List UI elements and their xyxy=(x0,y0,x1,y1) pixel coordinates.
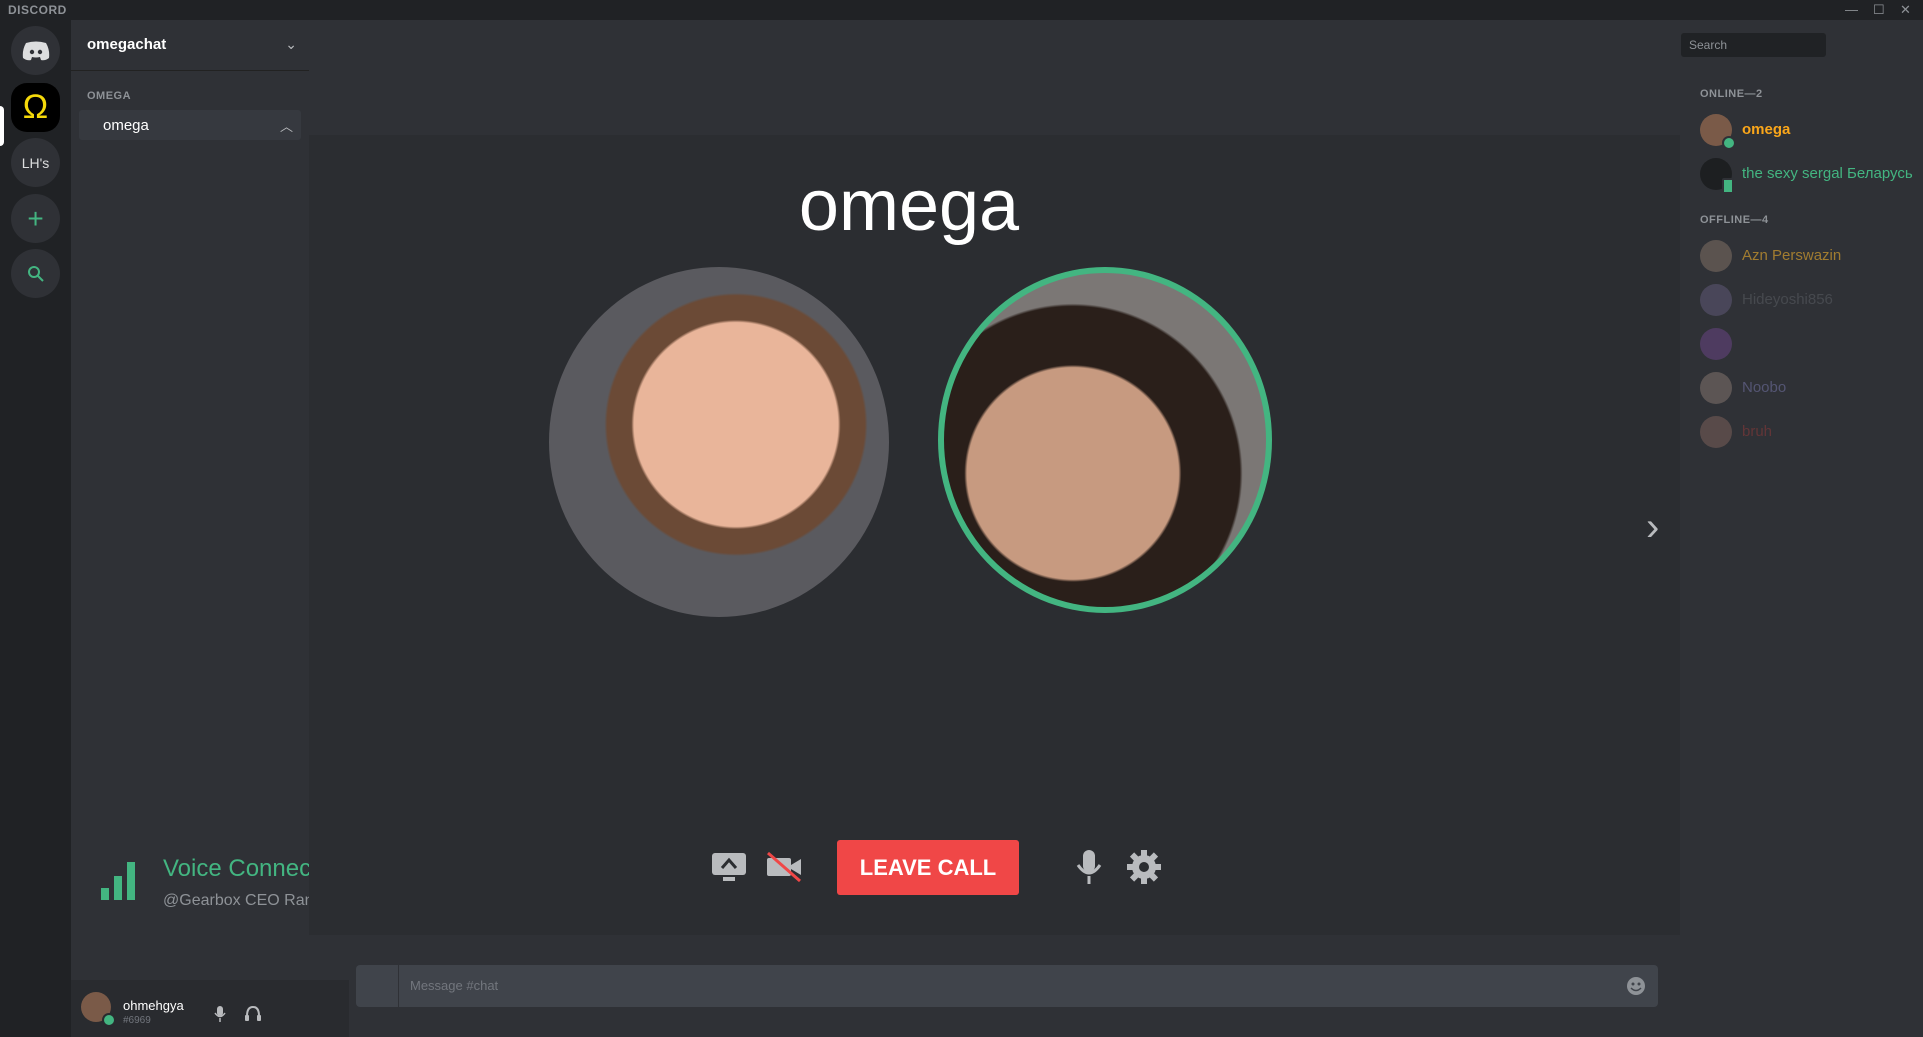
avatar xyxy=(1700,240,1732,272)
voice-channel-omega[interactable]: omega ︿ xyxy=(79,110,301,140)
server-lhs[interactable]: LH's xyxy=(11,138,60,187)
member-name: Noobo xyxy=(1742,379,1787,396)
call-title: omega xyxy=(798,166,1020,246)
microphone-icon[interactable] xyxy=(1069,847,1109,887)
member-list: ONLINE—2 omega the sexy sergal Беларусь … xyxy=(1680,70,1923,937)
server-omega[interactable]: Ω xyxy=(11,83,60,132)
avatar xyxy=(1700,372,1732,404)
omega-glyph: Ω xyxy=(22,88,49,126)
participant-avatar-omega-speaking[interactable] xyxy=(938,267,1272,613)
active-server-indicator xyxy=(0,106,4,146)
offline-section-title: OFFLINE—4 xyxy=(1700,214,1769,226)
avatar xyxy=(1700,416,1732,448)
plus-icon: + xyxy=(27,202,44,234)
gear-icon[interactable] xyxy=(1124,847,1164,887)
online-status-dot xyxy=(102,1013,116,1027)
member-bruh[interactable]: bruh xyxy=(1700,412,1920,452)
member-azn-perswazin[interactable]: Azn Perswazin xyxy=(1700,236,1920,276)
participant-avatar-randy[interactable] xyxy=(549,267,889,617)
server-header[interactable]: omegachat ⌄ xyxy=(71,20,309,71)
online-section-title: ONLINE—2 xyxy=(1700,88,1763,100)
leave-call-button[interactable]: LEAVE CALL xyxy=(837,840,1019,895)
chevron-down-icon[interactable]: ⌄ xyxy=(285,36,297,53)
channel-sidebar: omegachat ⌄ OMEGA omega ︿ xyxy=(71,20,309,937)
member-name: Azn Perswazin xyxy=(1742,247,1842,264)
microphone-icon[interactable] xyxy=(214,1006,226,1022)
headphones-icon[interactable] xyxy=(245,1006,261,1021)
user-panel: ohmehgya #6969 xyxy=(71,980,349,1037)
discover-servers-button[interactable] xyxy=(11,249,60,298)
app-brand: DISCORD xyxy=(8,3,67,17)
signal-strength-icon xyxy=(101,862,135,900)
voice-call-view: omega › LEAVE CALL xyxy=(309,135,1680,935)
discord-home-button[interactable] xyxy=(11,26,60,75)
screen-share-icon[interactable] xyxy=(709,847,749,887)
member-name: the sexy sergal Беларусь xyxy=(1742,165,1913,182)
search-icon xyxy=(27,265,44,282)
minimize-icon[interactable]: — xyxy=(1845,2,1858,17)
voice-status-panel: Voice Connected @Gearbox CEO Randy ... xyxy=(71,840,349,935)
search-input[interactable]: Search xyxy=(1681,33,1826,57)
maximize-icon[interactable]: ☐ xyxy=(1873,2,1885,18)
member-name: bruh xyxy=(1742,423,1773,440)
message-input-placeholder: Message #chat xyxy=(410,978,499,993)
discord-logo-icon xyxy=(22,41,49,60)
member-noobo[interactable]: Noobo xyxy=(1700,368,1920,408)
mobile-status-icon xyxy=(1722,178,1734,194)
title-bar: DISCORD — ☐ ✕ xyxy=(0,0,1923,20)
member-hideyoshi[interactable]: Hideyoshi856 xyxy=(1700,280,1920,320)
chevron-up-icon[interactable]: ︿ xyxy=(280,116,293,135)
member-omega[interactable]: omega xyxy=(1700,110,1920,150)
video-off-icon[interactable] xyxy=(764,847,804,887)
online-status-dot xyxy=(1722,136,1736,150)
chevron-right-icon[interactable]: › xyxy=(1646,505,1659,550)
member-name: Hideyoshi856 xyxy=(1742,291,1833,308)
emoji-icon[interactable] xyxy=(1626,976,1646,996)
message-composer[interactable]: Message #chat xyxy=(356,965,1658,1007)
close-icon[interactable]: ✕ xyxy=(1900,2,1911,18)
channel-category-label: OMEGA xyxy=(87,90,132,102)
channel-name: omega xyxy=(103,117,149,134)
user-discriminator: #6969 xyxy=(123,1015,151,1026)
call-controls: LEAVE CALL xyxy=(309,840,1680,900)
composer-divider xyxy=(398,965,399,1007)
server-list: Ω LH's + xyxy=(0,20,71,1037)
search-placeholder: Search xyxy=(1689,38,1728,52)
member-name: omega xyxy=(1742,121,1791,138)
server-name: omegachat xyxy=(87,36,167,53)
add-server-button[interactable]: + xyxy=(11,194,60,243)
server-lhs-label: LH's xyxy=(21,154,50,171)
username: ohmehgya xyxy=(123,998,184,1013)
member-unnamed[interactable] xyxy=(1700,324,1920,364)
member-sergal[interactable]: the sexy sergal Беларусь xyxy=(1700,154,1920,194)
avatar xyxy=(1700,284,1732,316)
avatar xyxy=(1700,328,1732,360)
